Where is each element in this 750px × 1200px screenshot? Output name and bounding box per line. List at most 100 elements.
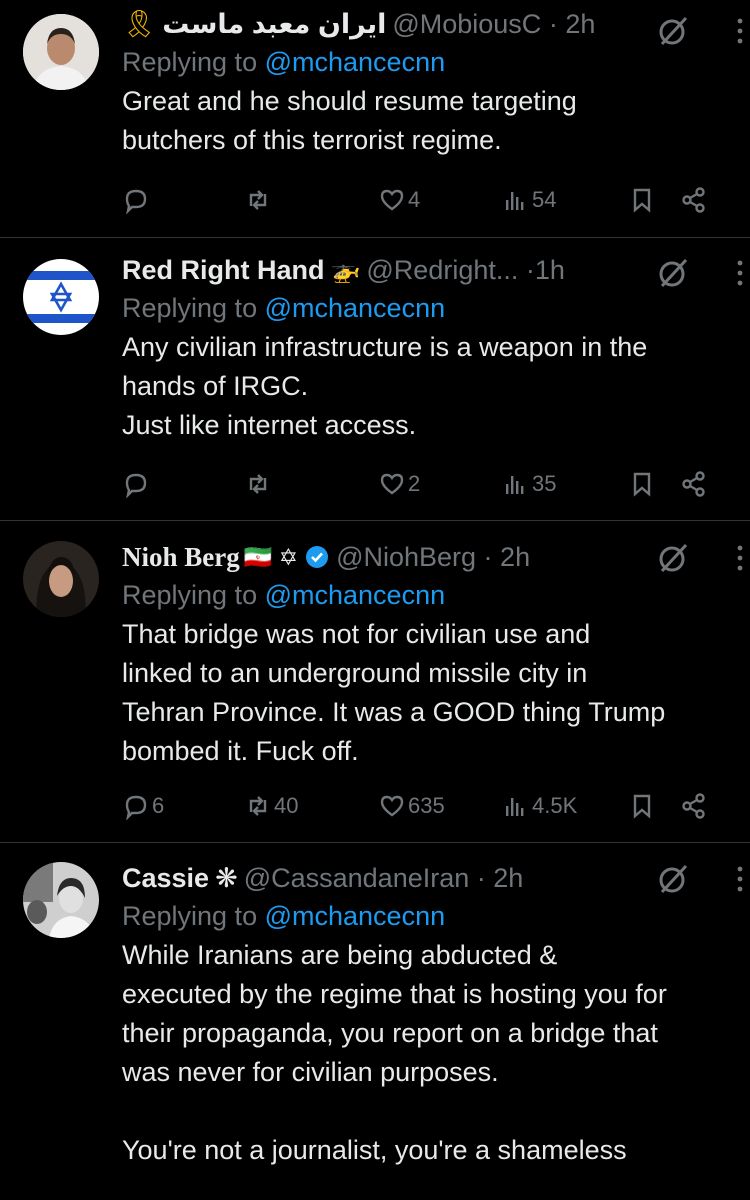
replying-label: Replying to: [122, 293, 258, 323]
repost-icon: [249, 796, 267, 816]
heart-icon: [380, 189, 404, 211]
more-icon[interactable]: [730, 541, 750, 575]
reply-text: While Iranians are being abducted & exec…: [122, 940, 667, 1165]
bookmark-button[interactable]: [628, 186, 656, 214]
avatar[interactable]: [23, 259, 99, 335]
views-count: 35: [532, 471, 557, 496]
repost-button[interactable]: [244, 186, 274, 214]
repost-icon: [249, 474, 267, 494]
flag-star-icons: 🇮🇷 ✡: [243, 543, 299, 570]
avatar[interactable]: [23, 862, 99, 938]
replying-label: Replying to: [122, 47, 258, 77]
share-icon: [682, 793, 705, 819]
like-count: 2: [408, 471, 421, 496]
avatar[interactable]: [23, 14, 99, 90]
user-handle[interactable]: @CassandaneIran: [244, 863, 470, 894]
like-button[interactable]: 2: [378, 470, 420, 498]
more-icon[interactable]: [730, 256, 750, 290]
views-icon: [506, 476, 524, 494]
bookmark-icon: [633, 472, 651, 497]
grok-icon[interactable]: [656, 256, 690, 290]
share-icon: [682, 187, 705, 213]
reply-text: Any civilian infrastructure is a weapon …: [122, 332, 648, 440]
action-bar: 6 40 635 4.5K: [122, 788, 712, 828]
grok-icon[interactable]: [656, 862, 690, 896]
share-icon: [682, 471, 705, 497]
action-bar: 2 35: [122, 466, 712, 506]
flower-icon: ❋: [215, 862, 238, 893]
more-icon[interactable]: [730, 862, 750, 896]
reply-text: Great and he should resume targeting but…: [122, 86, 577, 155]
reply-header: Red Right Hand 🚁 @Redright... · 1h: [122, 250, 722, 290]
like-button[interactable]: 4: [378, 186, 420, 214]
israel-flag-icon: [23, 259, 99, 335]
reply-count: 6: [152, 793, 165, 818]
more-icon[interactable]: [730, 14, 750, 48]
user-handle[interactable]: @Redright...: [366, 255, 518, 286]
share-button[interactable]: [680, 792, 708, 820]
bookmark-button[interactable]: [628, 470, 656, 498]
like-count: 4: [408, 187, 421, 212]
share-button[interactable]: [680, 470, 708, 498]
ribbon-icon: 🎗: [122, 9, 157, 39]
views-button[interactable]: 35: [502, 470, 556, 498]
views-count: 54: [532, 187, 557, 212]
reply-item[interactable]: Cassie ❋ @CassandaneIran · 2h Replying t…: [0, 843, 750, 1200]
separator-dot: ·: [469, 862, 494, 893]
reply-item[interactable]: Red Right Hand 🚁 @Redright... · 1h Reply…: [0, 238, 750, 521]
reply-item[interactable]: Nioh Berg 🇮🇷 ✡ @NiohBerg · 2h Replying t…: [0, 521, 750, 843]
separator-dot: ·: [476, 541, 501, 572]
user-handle[interactable]: @NiohBerg: [336, 542, 476, 573]
action-bar: 4 54: [122, 182, 712, 222]
comment-icon: [125, 189, 147, 214]
timestamp[interactable]: 2h: [500, 542, 530, 573]
replying-to-handle[interactable]: @mchancecnn: [265, 901, 446, 931]
repost-button[interactable]: 40: [244, 792, 298, 820]
timestamp[interactable]: 2h: [493, 863, 523, 894]
like-button[interactable]: 635: [378, 792, 445, 820]
replying-label: Replying to: [122, 901, 258, 931]
grok-icon[interactable]: [656, 14, 690, 48]
replying-to-handle[interactable]: @mchancecnn: [265, 293, 446, 323]
replying-to-handle[interactable]: @mchancecnn: [265, 580, 446, 610]
timestamp[interactable]: 2h: [565, 9, 595, 40]
reply-button[interactable]: [122, 186, 152, 214]
views-button[interactable]: 4.5K: [502, 792, 577, 820]
reply-header: Nioh Berg 🇮🇷 ✡ @NiohBerg · 2h: [122, 537, 722, 577]
separator-dot: ·: [541, 8, 566, 39]
grok-icon[interactable]: [656, 541, 690, 575]
repost-button[interactable]: [244, 470, 274, 498]
timestamp[interactable]: 1h: [535, 255, 565, 286]
replying-to-handle[interactable]: @mchancecnn: [265, 47, 446, 77]
replying-to: Replying to @mchancecnn: [122, 290, 722, 326]
avatar[interactable]: [23, 541, 99, 617]
views-button[interactable]: 54: [502, 186, 556, 214]
like-count: 635: [408, 793, 445, 818]
bookmark-icon: [633, 794, 651, 819]
display-name[interactable]: Nioh Berg: [122, 542, 240, 573]
reply-header: Cassie ❋ @CassandaneIran · 2h: [122, 858, 722, 898]
heart-icon: [380, 795, 404, 817]
helicopter-icon: 🚁: [330, 256, 361, 284]
reply-text: That bridge was not for civilian use and…: [122, 619, 666, 766]
replying-label: Replying to: [122, 580, 258, 610]
replying-to: Replying to @mchancecnn: [122, 577, 722, 613]
share-button[interactable]: [680, 186, 708, 214]
heart-icon: [380, 473, 404, 495]
replying-to: Replying to @mchancecnn: [122, 898, 722, 934]
user-handle[interactable]: @MobiousC: [392, 9, 541, 40]
reply-button[interactable]: 6: [122, 792, 164, 820]
views-icon: [506, 798, 524, 816]
display-name[interactable]: Red Right Hand: [122, 255, 325, 286]
views-count: 4.5K: [532, 793, 578, 818]
display-name[interactable]: Cassie: [122, 863, 209, 894]
reply-header: 🎗 ایران معبد ماست @MobiousC · 2h: [122, 4, 722, 44]
reply-item[interactable]: 🎗 ایران معبد ماست @MobiousC · 2h Replyin…: [0, 0, 750, 238]
verified-icon: [306, 546, 329, 568]
display-name[interactable]: ایران معبد ماست: [162, 9, 386, 40]
bookmark-button[interactable]: [628, 792, 656, 820]
replying-to: Replying to @mchancecnn: [122, 44, 722, 80]
reply-button[interactable]: [122, 470, 152, 498]
repost-icon: [249, 190, 267, 210]
repost-count: 40: [274, 793, 299, 818]
